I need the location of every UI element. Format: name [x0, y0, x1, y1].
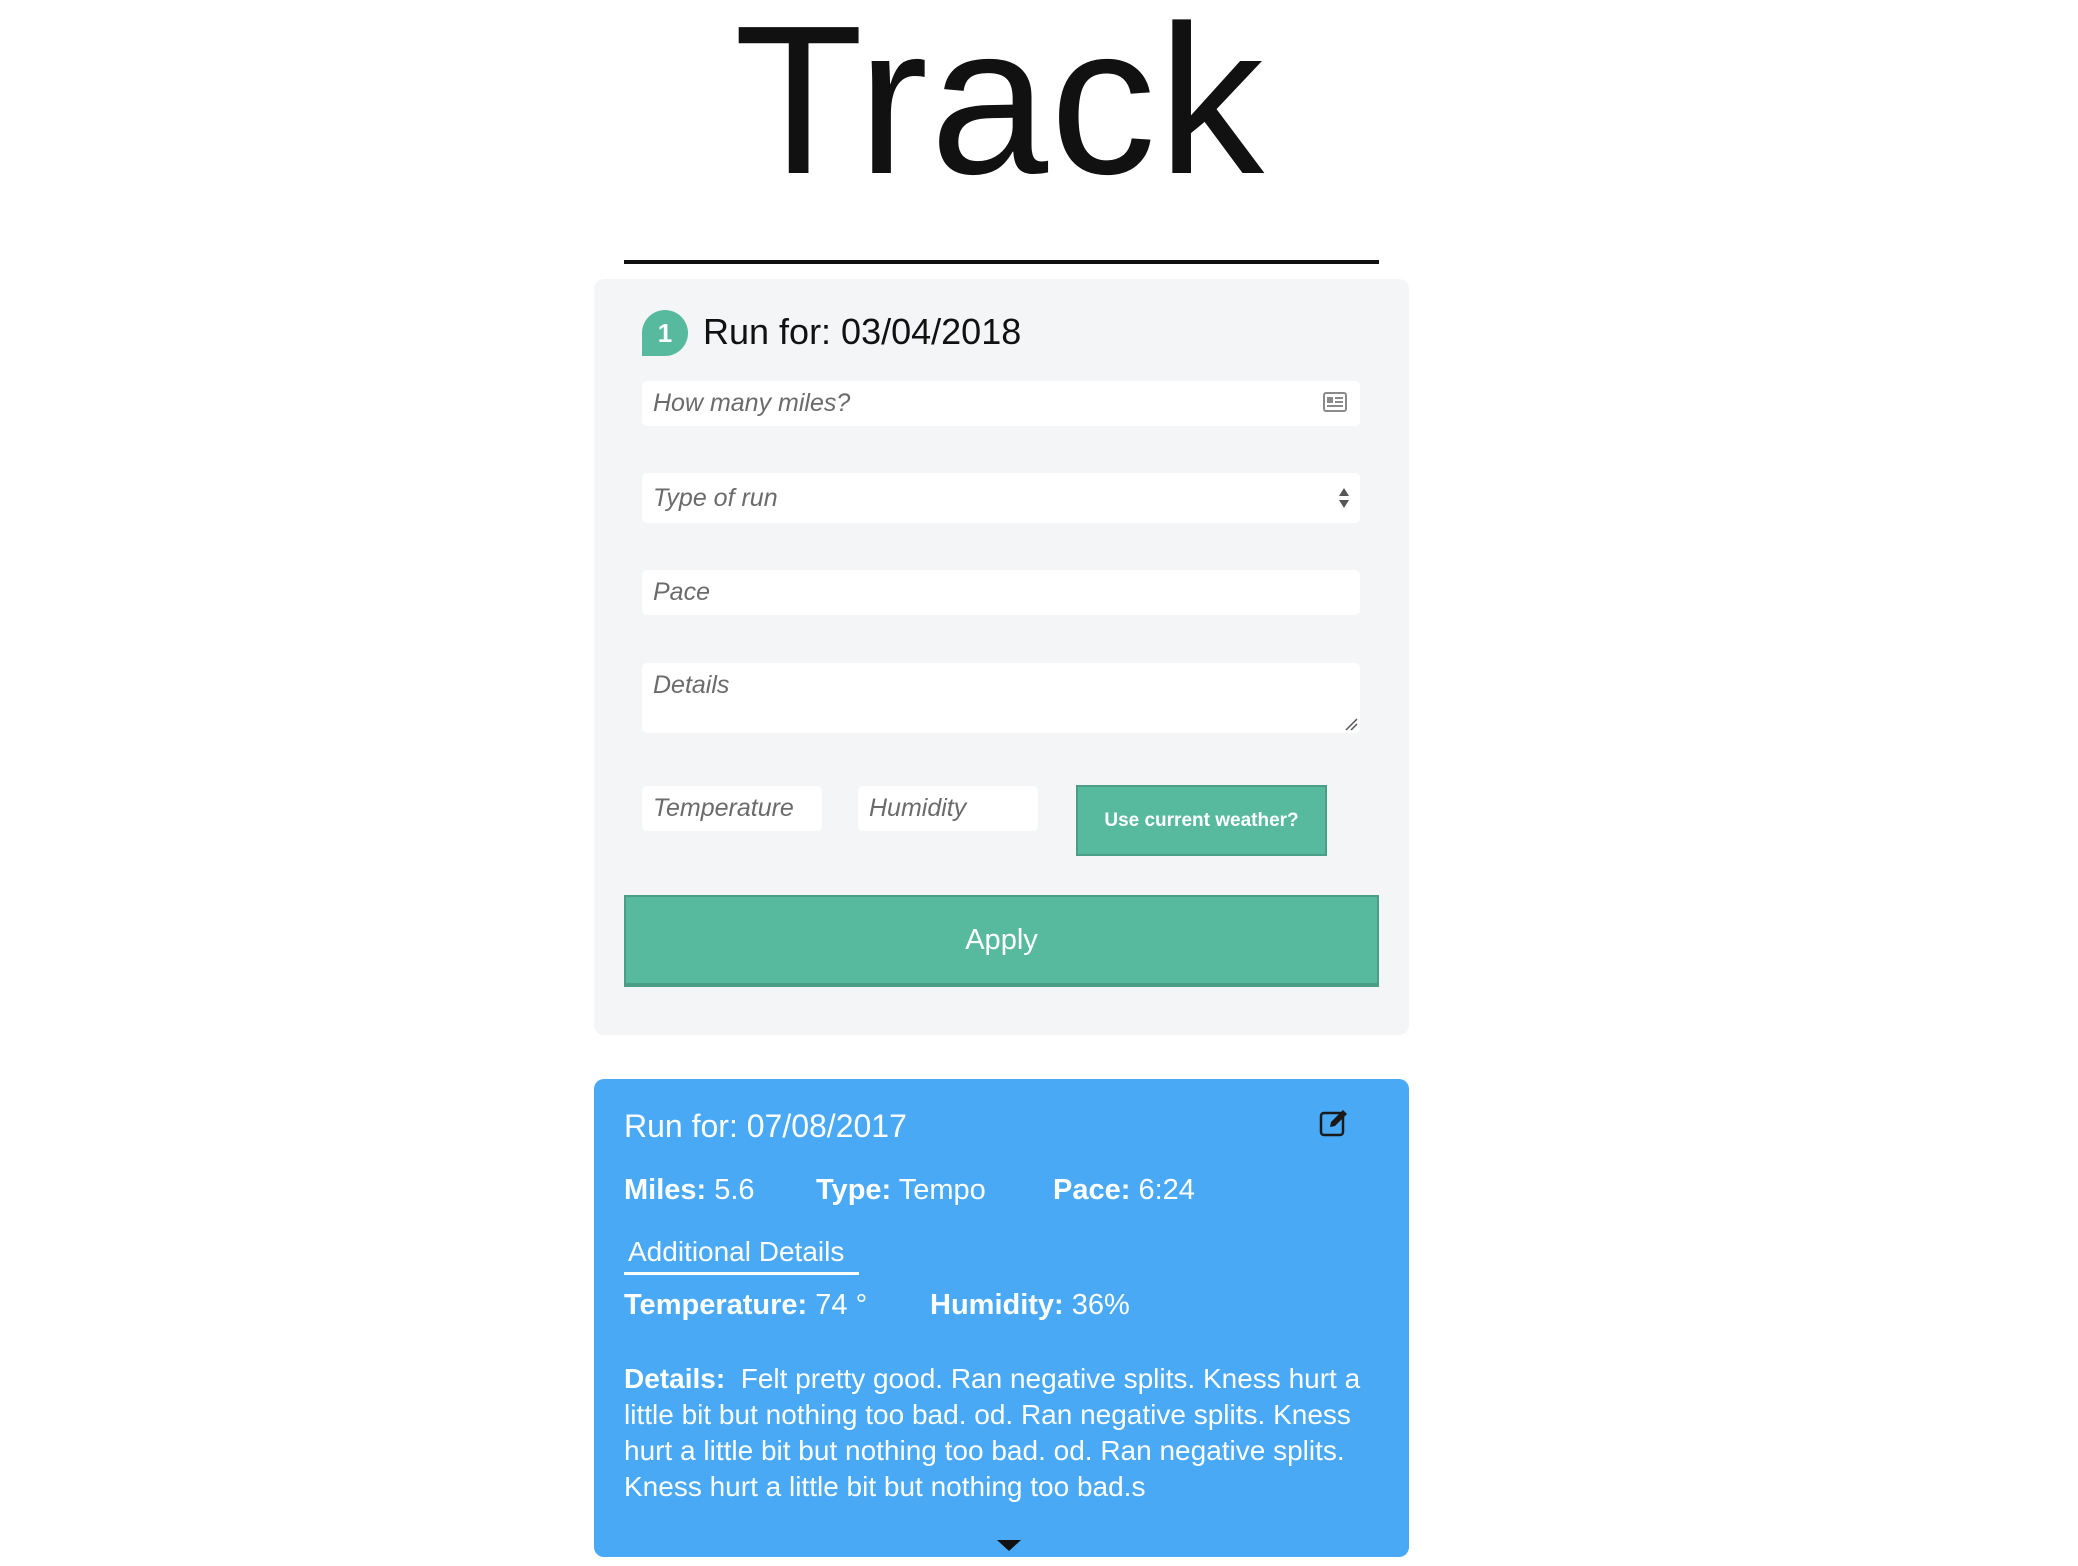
miles-stat: Miles: 5.6 — [624, 1169, 755, 1211]
title-divider — [624, 260, 1379, 264]
page-title: Track — [733, 0, 1267, 218]
pace-input[interactable]: Pace — [642, 570, 1360, 615]
humidity-placeholder: Humidity — [869, 794, 967, 822]
new-run-form: 1 Run for: 03/04/2018 How many miles? Ty… — [594, 279, 1409, 1035]
temperature-placeholder: Temperature — [653, 794, 794, 822]
temperature-input[interactable]: Temperature — [642, 786, 822, 831]
humidity-value: 36% — [1071, 1289, 1130, 1321]
temperature-stat: Temperature: 74 ° — [624, 1284, 867, 1326]
pace-placeholder: Pace — [653, 578, 710, 606]
miles-label: Miles: — [624, 1174, 707, 1206]
additional-details-tab[interactable]: Additional Details — [624, 1232, 859, 1275]
resize-grip-icon[interactable] — [1344, 717, 1358, 731]
humidity-input[interactable]: Humidity — [858, 786, 1038, 831]
pace-stat: Pace: 6:24 — [1053, 1169, 1195, 1211]
page: Track 1 Run for: 03/04/2018 How many mil… — [0, 0, 2078, 1566]
run-title: Run for: 07/08/2017 — [624, 1108, 907, 1144]
use-current-weather-button[interactable]: Use current weather? — [1076, 785, 1327, 856]
run-card: Run for: 07/08/2017 Miles: 5.6 Type: Tem… — [594, 1079, 1409, 1557]
miles-placeholder: How many miles? — [653, 389, 851, 417]
details-textarea[interactable]: Details — [642, 663, 1360, 733]
temperature-label: Temperature: — [624, 1289, 808, 1321]
type-label: Type: — [816, 1174, 892, 1206]
select-arrows-icon — [1339, 488, 1349, 508]
run-type-placeholder: Type of run — [653, 484, 778, 512]
id-card-icon — [1323, 392, 1347, 412]
details-text: Details: Felt pretty good. Ran negative … — [624, 1361, 1364, 1505]
run-type-select[interactable]: Type of run — [642, 473, 1360, 523]
pace-value: 6:24 — [1138, 1174, 1195, 1206]
details-placeholder: Details — [653, 671, 730, 699]
miles-value: 5.6 — [714, 1174, 755, 1206]
caret-down-icon[interactable] — [997, 1540, 1021, 1551]
type-stat: Type: Tempo — [816, 1169, 986, 1211]
edit-icon[interactable] — [1319, 1108, 1349, 1138]
miles-input[interactable]: How many miles? — [642, 381, 1360, 426]
temperature-value: 74 ° — [815, 1289, 868, 1321]
humidity-stat: Humidity: 36% — [930, 1284, 1130, 1326]
details-label: Details: — [624, 1363, 726, 1394]
apply-button[interactable]: Apply — [624, 895, 1379, 987]
type-value: Tempo — [898, 1174, 986, 1206]
step-badge: 1 — [642, 310, 688, 356]
pace-label: Pace: — [1053, 1174, 1131, 1206]
details-value: Felt pretty good. Ran negative splits. K… — [624, 1363, 1361, 1502]
form-title: Run for: 03/04/2018 — [703, 311, 1022, 352]
humidity-label: Humidity: — [930, 1289, 1064, 1321]
